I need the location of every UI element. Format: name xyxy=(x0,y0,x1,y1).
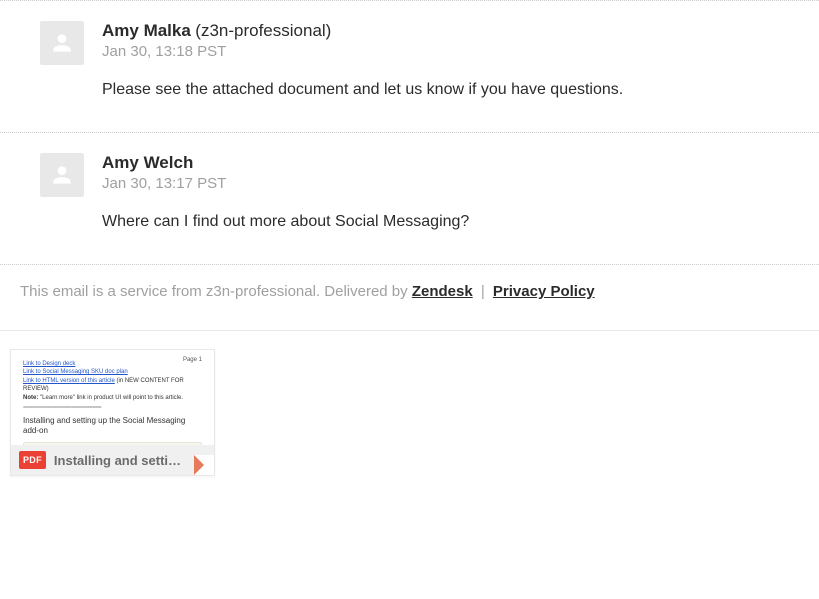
preview-title: Installing and setting up the Social Mes… xyxy=(23,416,202,436)
zendesk-link[interactable]: Zendesk xyxy=(412,283,473,300)
message-block: Amy Welch Jan 30, 13:17 PST Where can I … xyxy=(0,132,819,264)
author-name: Amy Malka xyxy=(102,21,191,40)
author-org: (z3n-professional) xyxy=(195,21,331,40)
preview-link: Link to HTML version of this article xyxy=(23,378,115,384)
avatar xyxy=(40,153,84,197)
message-content: Amy Welch Jan 30, 13:17 PST Where can I … xyxy=(102,153,809,234)
message-header: Amy Malka (z3n-professional) xyxy=(102,21,809,41)
person-icon xyxy=(49,162,75,188)
fold-shadow xyxy=(194,455,214,475)
email-footer: This email is a service from z3n-profess… xyxy=(0,264,819,330)
preview-note: Note: "Learn more" link in product UI wi… xyxy=(23,394,202,402)
author-name: Amy Welch xyxy=(102,153,193,172)
preview-page-number: Page 1 xyxy=(183,356,202,364)
timestamp: Jan 30, 13:18 PST xyxy=(102,43,809,60)
attachment-area: Page 1 Link to Design deck Link to Socia… xyxy=(0,330,819,494)
privacy-link[interactable]: Privacy Policy xyxy=(493,283,595,300)
preview-link: Link to Social Messaging SKU doc plan xyxy=(23,368,202,376)
timestamp: Jan 30, 13:17 PST xyxy=(102,175,809,192)
message-header: Amy Welch xyxy=(102,153,809,173)
attachment-card[interactable]: Page 1 Link to Design deck Link to Socia… xyxy=(10,349,215,476)
message-row: Amy Malka (z3n-professional) Jan 30, 13:… xyxy=(10,21,809,102)
message-row: Amy Welch Jan 30, 13:17 PST Where can I … xyxy=(10,153,809,234)
preview-link: Link to Design deck xyxy=(23,360,202,368)
preview-line: Link to HTML version of this article (in… xyxy=(23,377,202,394)
message-block: Amy Malka (z3n-professional) Jan 30, 13:… xyxy=(0,0,819,132)
pdf-icon: PDF xyxy=(19,451,46,469)
message-body: Where can I find out more about Social M… xyxy=(102,210,809,234)
footer-separator: | xyxy=(477,283,489,300)
attachment-bar: PDF Installing and setti… xyxy=(11,445,214,475)
person-icon xyxy=(49,30,75,56)
attachment-filename: Installing and setti… xyxy=(54,453,206,468)
preview-divider: ========================== xyxy=(23,404,202,412)
message-body: Please see the attached document and let… xyxy=(102,78,809,102)
attachment-preview: Page 1 Link to Design deck Link to Socia… xyxy=(11,350,214,445)
message-content: Amy Malka (z3n-professional) Jan 30, 13:… xyxy=(102,21,809,102)
avatar xyxy=(40,21,84,65)
footer-text: This email is a service from z3n-profess… xyxy=(20,283,412,300)
